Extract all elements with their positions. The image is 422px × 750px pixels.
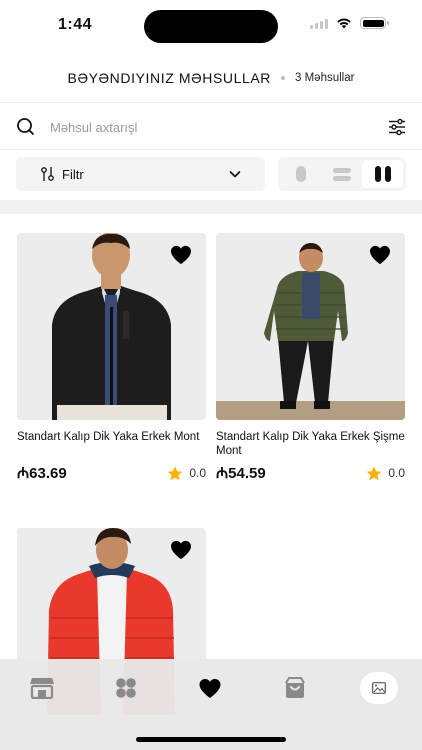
filter-dropdown[interactable]: Filtr: [16, 157, 265, 191]
active-tab-indicator: [360, 672, 398, 704]
product-title[interactable]: Standart Kalıp Dik Yaka Erkek Şişme Mont: [216, 430, 405, 458]
battery-icon: [360, 17, 389, 29]
single-view-icon: [296, 166, 307, 182]
home-indicator: [136, 737, 286, 742]
filter-label: Filtr: [62, 166, 84, 182]
dynamic-island: [144, 10, 278, 43]
product-title[interactable]: Standart Kalıp Dik Yaka Erkek Mont: [17, 430, 206, 458]
tab-store[interactable]: [22, 671, 62, 705]
view-single-button[interactable]: [281, 160, 322, 188]
categories-icon: [116, 678, 136, 698]
search-icon[interactable]: [16, 117, 36, 137]
chevron-down-icon: [229, 171, 241, 178]
cellular-signal-icon: [310, 18, 328, 29]
image-icon: [372, 682, 386, 694]
search-input[interactable]: [50, 115, 360, 139]
page-title: BƏYƏNDIYINIZ MƏHSULLAR: [67, 70, 272, 86]
section-divider: [0, 200, 422, 214]
heart-filled-icon[interactable]: [170, 540, 192, 560]
sliders-icon[interactable]: [388, 118, 406, 136]
tab-gallery[interactable]: [359, 671, 399, 705]
product-meta: ₼54.59 0.0: [216, 463, 405, 483]
separator-dot: [281, 76, 286, 80]
star-icon: [367, 466, 382, 480]
sort-filter-icon: [41, 167, 54, 181]
status-bar: 1:44: [0, 0, 422, 52]
toolbar: Filtr: [16, 157, 406, 191]
bag-icon: [285, 677, 305, 698]
view-mode-toggle: [278, 157, 406, 191]
rating-value: 0.0: [189, 466, 206, 480]
list-view-icon: [333, 167, 351, 181]
search-bar: [0, 102, 422, 150]
product-meta: ₼63.69 0.0: [17, 463, 206, 483]
product-price: ₼63.69: [17, 465, 67, 482]
status-time: 1:44: [58, 16, 93, 33]
rating-value: 0.0: [388, 466, 405, 480]
view-grid-button[interactable]: [362, 160, 404, 188]
product-rating: 0.0: [366, 466, 405, 481]
view-list-button[interactable]: [322, 160, 363, 188]
heart-filled-icon[interactable]: [170, 245, 192, 265]
heart-icon: [199, 678, 221, 698]
star-icon: [168, 466, 183, 480]
product-card[interactable]: Standart Kalıp Dik Yaka Erkek Mont ₼63.6…: [17, 233, 206, 483]
product-count: 3 Məhsullar: [295, 72, 355, 84]
heart-filled-icon[interactable]: [369, 245, 391, 265]
tab-favorites[interactable]: [190, 671, 230, 705]
wifi-icon: [337, 18, 351, 29]
grid-view-icon: [374, 166, 391, 182]
tab-categories[interactable]: [106, 671, 146, 705]
status-icons: [310, 17, 389, 29]
page-header: BƏYƏNDIYINIZ MƏHSULLAR 3 Məhsullar: [0, 66, 422, 90]
product-price: ₼54.59: [216, 465, 266, 482]
product-image[interactable]: [216, 233, 405, 420]
tab-cart[interactable]: [275, 671, 315, 705]
product-rating: 0.0: [167, 466, 206, 481]
product-image[interactable]: [17, 233, 206, 420]
store-icon: [30, 678, 54, 699]
product-card[interactable]: Standart Kalıp Dik Yaka Erkek Şişme Mont…: [216, 233, 405, 483]
